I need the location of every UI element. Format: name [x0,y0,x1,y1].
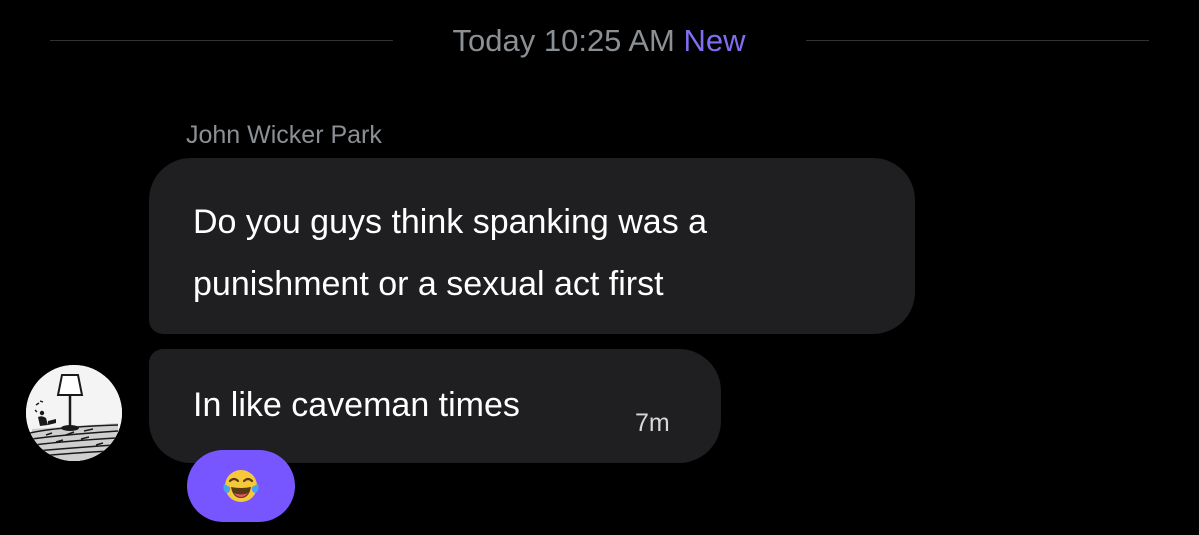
divider-line-left [50,40,393,41]
message-text-line: punishment or a sexual act first [193,265,664,303]
new-messages-label: New [683,23,746,58]
reaction-pill[interactable] [187,450,295,522]
face-with-tears-of-joy-icon [223,470,259,502]
divider-line-right [806,40,1149,41]
sender-name[interactable]: John Wicker Park [186,115,382,155]
message-bubble[interactable]: Do you guys think spanking was a punishm… [149,158,915,334]
divider-timestamp: Today 10:25 AM [452,23,675,58]
message-text-line: Do you guys think spanking was a [193,203,708,241]
unread-divider: Today 10:25 AM New [0,18,1199,64]
lamp-sketch-avatar-icon [26,365,122,461]
message-text: In like caveman times [193,386,520,424]
avatar[interactable] [26,365,122,461]
divider-label: Today 10:25 AM New [410,18,788,64]
message-timestamp: 7m [635,409,670,437]
